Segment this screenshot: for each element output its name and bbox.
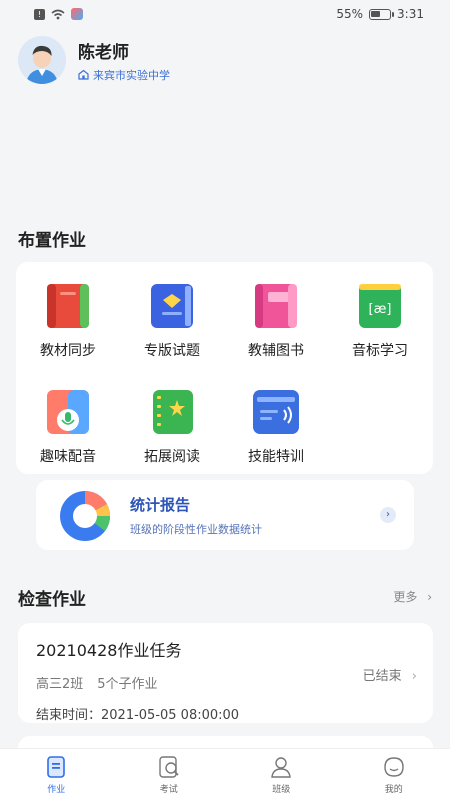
assign-section-title: 布置作业 (18, 231, 86, 251)
grid-item-skill-training[interactable]: 技能特训 (224, 388, 328, 466)
battery-percent: 55% (336, 7, 364, 21)
profile-tab-icon (384, 757, 404, 777)
school-name: 来宾市实验中学 (93, 68, 170, 82)
avatar[interactable] (18, 36, 66, 84)
phonetic-book-icon: [æ] (359, 284, 401, 328)
class-tab-icon (271, 757, 292, 778)
check-section-title: 检查作业 (18, 590, 86, 610)
stats-title: 统计报告 (130, 495, 191, 514)
tab-class[interactable]: 班级 (246, 754, 316, 795)
reference-book-icon (255, 284, 297, 328)
grid-item-label: 技能特训 (248, 449, 304, 465)
grid-item-fun-dubbing[interactable]: 趣味配音 (16, 388, 120, 466)
task-class: 高三2班 (36, 677, 84, 692)
task-card[interactable]: 20210428作业任务 高三2班 5个子作业 结束时间：2021-05-05 … (18, 623, 433, 723)
school-building-icon (78, 69, 89, 80)
grid-item-special-exam[interactable]: 专版试题 (120, 282, 224, 360)
clock: 3:31 (397, 7, 424, 21)
stats-report-card[interactable]: 统计报告 班级的阶段性作业数据统计 › (36, 480, 414, 550)
task-title: 20210428作业任务 (36, 641, 182, 660)
homework-tab-icon (47, 756, 66, 778)
exam-book-icon (151, 284, 193, 328)
phonetic-symbol: [æ] (369, 302, 392, 317)
task-status: 已结束 › (363, 665, 417, 684)
assign-grid: 教材同步 专版试题 教辅图书 [æ] 音标学习 趣味配音 拓展阅读 技能特训 (16, 262, 433, 474)
status-bar: ! 55% 3:31 (0, 0, 450, 28)
tab-exam[interactable]: 考试 (134, 754, 204, 795)
app-notification-icon (71, 8, 83, 20)
grid-item-label: 教辅图书 (248, 343, 304, 359)
tab-label: 班级 (272, 785, 291, 795)
battery-icon (369, 8, 395, 20)
tab-homework[interactable]: 作业 (21, 754, 91, 795)
task-meta: 高三2班 5个子作业 (36, 673, 415, 692)
grid-item-reference-books[interactable]: 教辅图书 (224, 282, 328, 360)
grid-item-label: 趣味配音 (40, 449, 96, 465)
tab-label: 作业 (47, 785, 66, 795)
task-subtask-count: 5个子作业 (97, 677, 158, 692)
dubbing-microphone-icon (47, 390, 89, 434)
grid-item-textbook-sync[interactable]: 教材同步 (16, 282, 120, 360)
task-end-time: 结束时间：2021-05-05 08:00:00 (36, 708, 240, 723)
more-label: 更多 (393, 590, 418, 604)
notification-icon: ! (34, 8, 45, 20)
grid-item-phonetics[interactable]: [æ] 音标学习 (328, 282, 432, 360)
grid-item-label: 教材同步 (40, 343, 96, 359)
reading-notebook-icon (153, 390, 193, 434)
textbook-icon (47, 284, 89, 328)
skill-training-icon (253, 390, 299, 434)
tab-mine[interactable]: 我的 (359, 754, 429, 795)
profile-header[interactable]: 陈老师 来宾市实验中学 (18, 36, 170, 84)
school-label: 来宾市实验中学 (78, 67, 170, 83)
pie-chart-icon (60, 490, 111, 541)
task-status-label: 已结束 (362, 669, 402, 684)
teacher-name: 陈老师 (78, 42, 129, 63)
chevron-right-icon: › (411, 669, 417, 684)
more-link[interactable]: 更多 › (393, 588, 432, 605)
chevron-right-icon: › (427, 590, 432, 604)
wifi-icon (51, 9, 65, 19)
grid-item-label: 拓展阅读 (144, 449, 200, 465)
stats-subtitle: 班级的阶段性作业数据统计 (130, 522, 262, 536)
chevron-right-icon[interactable]: › (380, 507, 396, 523)
bottom-tab-bar: 作业 考试 班级 我的 (0, 748, 450, 800)
tab-label: 考试 (159, 785, 178, 795)
tab-label: 我的 (384, 785, 403, 795)
grid-item-label: 专版试题 (144, 343, 200, 359)
grid-item-extended-reading[interactable]: 拓展阅读 (120, 388, 224, 466)
grid-item-label: 音标学习 (352, 343, 408, 359)
exam-tab-icon (159, 756, 179, 778)
